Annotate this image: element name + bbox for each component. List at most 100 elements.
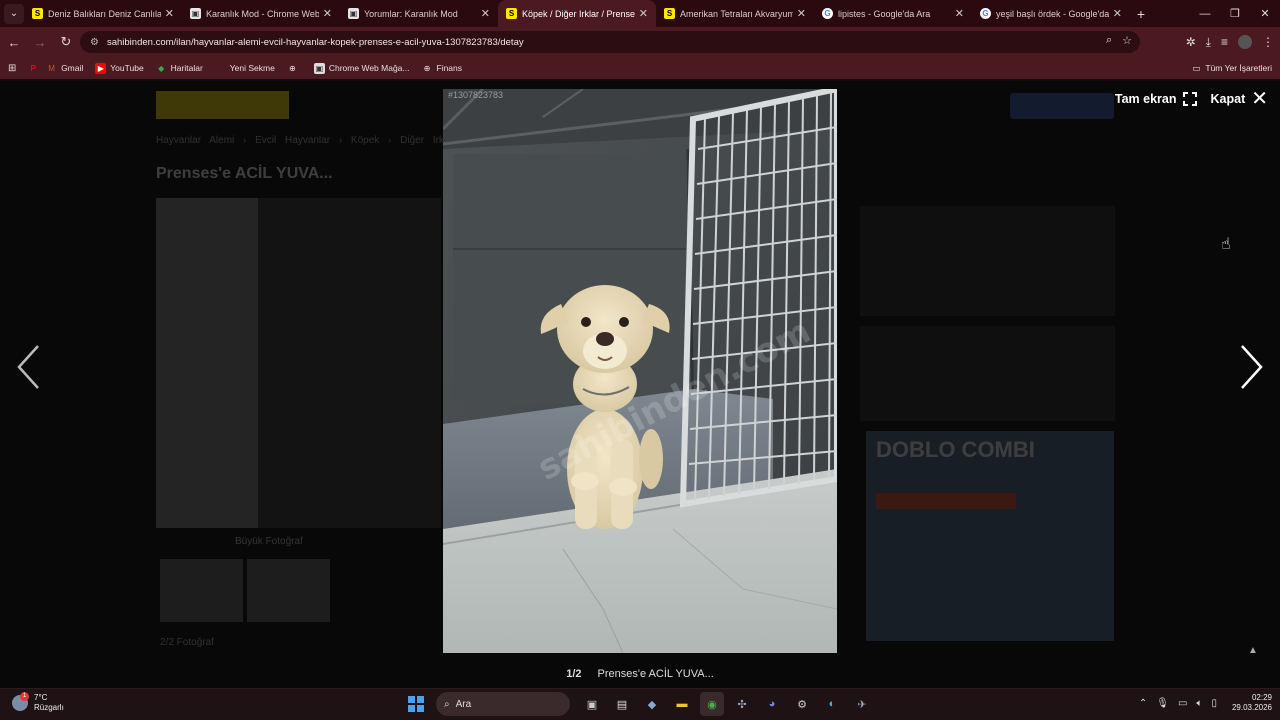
tab-title: Amerikan Tetraları Akvaryum B bbox=[680, 8, 793, 19]
discord-icon[interactable]: ◕ bbox=[760, 692, 784, 716]
chrome-icon[interactable]: ◉ bbox=[700, 692, 724, 716]
reading-list-icon[interactable]: ≡ bbox=[1221, 35, 1228, 49]
ad-title: DOBLO COMBI bbox=[876, 437, 1035, 462]
tab-title: Deniz Balıkları Deniz Canlıları Ç bbox=[48, 8, 161, 19]
browser-tab[interactable]: Gyeşil başlı ördek - Google'da Ar ✕ bbox=[972, 0, 1130, 27]
profile-avatar[interactable] bbox=[1238, 35, 1252, 49]
minimize-button[interactable]: — bbox=[1190, 0, 1220, 27]
tab-close-icon[interactable]: ✕ bbox=[323, 7, 332, 20]
bookmark-finance[interactable]: ⊕ Finans bbox=[422, 63, 462, 74]
weather-icon: 1 bbox=[12, 692, 29, 711]
download-icon[interactable]: ⤓ bbox=[1206, 35, 1211, 50]
listing-id: #1307823783 bbox=[448, 90, 504, 100]
thumbnail bbox=[247, 559, 330, 622]
bookmark-maps[interactable]: ◆ Haritalar bbox=[156, 63, 203, 74]
thumbnail bbox=[160, 559, 243, 622]
pinterest-icon[interactable]: P bbox=[30, 63, 36, 73]
taskbar: 1 7°C Rüzgarlı ⌕ Ara ▣ ▤ ◆ ▬ ◉ ✣ ◕ ⚙ ◐ ✈… bbox=[0, 688, 1280, 720]
apps-grid-icon[interactable]: ⊞ bbox=[8, 63, 16, 74]
youtube-icon: ▶ bbox=[95, 62, 107, 74]
back-button[interactable]: ← bbox=[2, 30, 26, 54]
photo-counter: 1/2 bbox=[566, 668, 582, 680]
scroll-top-icon[interactable]: ▲ bbox=[1248, 645, 1258, 656]
big-photo-link: Büyük Fotoğraf bbox=[235, 536, 303, 547]
browser-tab[interactable]: ▣ Karanlık Mod - Chrome Web M ✕ bbox=[182, 0, 340, 27]
bookmark-globe[interactable]: ⊕ bbox=[287, 63, 302, 74]
settings-app-icon[interactable]: ⚙ bbox=[790, 692, 814, 716]
close-viewer-button[interactable]: Kapat ✕ bbox=[1210, 88, 1269, 110]
tab-close-icon[interactable]: ✕ bbox=[481, 7, 490, 20]
edge-icon[interactable]: ◐ bbox=[820, 692, 844, 716]
windows-start-icon[interactable] bbox=[408, 696, 424, 712]
temperature: 7°C bbox=[34, 693, 48, 702]
tab-close-icon[interactable]: ✕ bbox=[1113, 7, 1122, 20]
tab-title: yeşil başlı ördek - Google'da Ar bbox=[996, 8, 1109, 19]
steam-icon[interactable]: ✈ bbox=[850, 692, 874, 716]
folder-icon: ▭ bbox=[1192, 62, 1201, 73]
dog-photo-image: sahibinden.com bbox=[443, 89, 837, 653]
tab-close-icon[interactable]: ✕ bbox=[955, 7, 964, 20]
tab-search-button[interactable]: ⌄ bbox=[4, 3, 24, 24]
copilot-icon[interactable]: ◆ bbox=[640, 692, 664, 716]
task-view-icon[interactable]: ▣ bbox=[580, 692, 604, 716]
browser-tab[interactable]: ▣ Yorumlar: Karanlık Mod ✕ bbox=[340, 0, 498, 27]
next-photo-button[interactable] bbox=[1236, 342, 1266, 392]
tab-close-icon[interactable]: ✕ bbox=[797, 7, 806, 20]
tab-close-icon[interactable]: ✕ bbox=[639, 7, 648, 20]
bookmark-star-icon[interactable]: ☆ bbox=[1122, 34, 1132, 47]
extensions-icon[interactable]: ✲ bbox=[1186, 35, 1196, 49]
tab-favicon-icon: ▣ bbox=[190, 8, 201, 19]
toolbar: ← → ↻ ⚙ sahibinden.com/ilan/hayvanlar-al… bbox=[0, 27, 1280, 57]
mouse-cursor-icon: ☝ bbox=[1221, 236, 1231, 253]
chevron-left-icon bbox=[17, 345, 39, 389]
new-tab-button[interactable]: + bbox=[1130, 6, 1152, 22]
tab-title: Yorumlar: Karanlık Mod bbox=[364, 8, 458, 19]
bookmark-gmail[interactable]: M Gmail bbox=[46, 63, 83, 74]
forward-button[interactable]: → bbox=[28, 30, 52, 54]
tab-title: lipistes - Google'da Ara bbox=[838, 8, 931, 19]
all-bookmarks[interactable]: ▭ Tüm Yer İşaretleri bbox=[1192, 57, 1272, 79]
browser-tab[interactable]: Glipistes - Google'da Ara ✕ bbox=[814, 0, 972, 27]
weather-widget[interactable]: 1 7°C Rüzgarlı bbox=[12, 692, 64, 713]
volume-icon[interactable]: 🔈︎ bbox=[1196, 698, 1202, 709]
url-text: sahibinden.com/ilan/hayvanlar-alemi-evci… bbox=[106, 36, 524, 48]
search-icon: ⌕ bbox=[444, 698, 450, 710]
breadcrumb: Hayvanlar Alemi › Evcil Hayvanlar › Köpe… bbox=[156, 135, 452, 146]
zoom-icon[interactable]: ⌕ bbox=[1106, 34, 1112, 47]
taskbar-search[interactable]: ⌕ Ara bbox=[436, 692, 570, 716]
reload-button[interactable]: ↻ bbox=[54, 30, 78, 54]
store-icon[interactable]: ▤ bbox=[610, 692, 634, 716]
gmail-icon: M bbox=[48, 63, 55, 73]
thumbnail-strip bbox=[160, 559, 330, 622]
close-label: Kapat bbox=[1210, 92, 1246, 106]
tab-title: Karanlık Mod - Chrome Web M bbox=[206, 8, 319, 19]
bookmark-webstore[interactable]: ▣ Chrome Web Mağa... bbox=[313, 62, 410, 74]
bookmark-new-tab[interactable]: Yeni Sekme bbox=[215, 63, 275, 74]
close-icon: ✕ bbox=[1251, 88, 1268, 110]
microphone-icon[interactable]: 🎙︎ bbox=[1156, 698, 1169, 709]
previous-photo-button[interactable] bbox=[14, 342, 44, 392]
battery-icon[interactable]: ▯ bbox=[1211, 698, 1217, 709]
file-explorer-icon[interactable]: ▬ bbox=[670, 692, 694, 716]
maximize-button[interactable]: ❐ bbox=[1220, 0, 1250, 27]
site-info-icon[interactable]: ⚙ bbox=[90, 37, 99, 48]
address-bar[interactable]: ⚙ sahibinden.com/ilan/hayvanlar-alemi-ev… bbox=[80, 31, 1140, 53]
clock[interactable]: 02:29 29.03.2026 bbox=[1232, 693, 1272, 713]
network-icon[interactable]: ▭ bbox=[1178, 698, 1187, 709]
tab-close-icon[interactable]: ✕ bbox=[165, 7, 174, 20]
close-window-button[interactable]: ✕ bbox=[1250, 0, 1280, 27]
bookmark-youtube[interactable]: ▶ YouTube bbox=[95, 62, 144, 74]
fullscreen-button[interactable]: Tam ekran bbox=[1115, 91, 1198, 107]
listing-photo bbox=[156, 198, 441, 528]
app-icon[interactable]: ✣ bbox=[730, 692, 754, 716]
browser-tab[interactable]: S Deniz Balıkları Deniz Canlıları Ç ✕ bbox=[24, 0, 182, 27]
chevron-up-icon[interactable]: ⌃ bbox=[1139, 698, 1147, 709]
menu-kebab-icon[interactable]: ⋮ bbox=[1262, 35, 1274, 49]
safety-tips-panel bbox=[860, 326, 1115, 421]
date: 29.03.2026 bbox=[1231, 703, 1272, 712]
chevron-down-icon: ⌄ bbox=[9, 8, 19, 19]
browser-tab[interactable]: S Amerikan Tetraları Akvaryum B ✕ bbox=[656, 0, 814, 27]
browser-tab[interactable]: S Köpek / Diğer Irklar / Prenses'e ✕ bbox=[498, 0, 656, 27]
globe-icon: ⊕ bbox=[423, 63, 431, 73]
system-tray: ⌃ 🎙︎ ▭ 🔈︎ ▯ 02:29 29.03.2026 bbox=[1139, 693, 1272, 713]
